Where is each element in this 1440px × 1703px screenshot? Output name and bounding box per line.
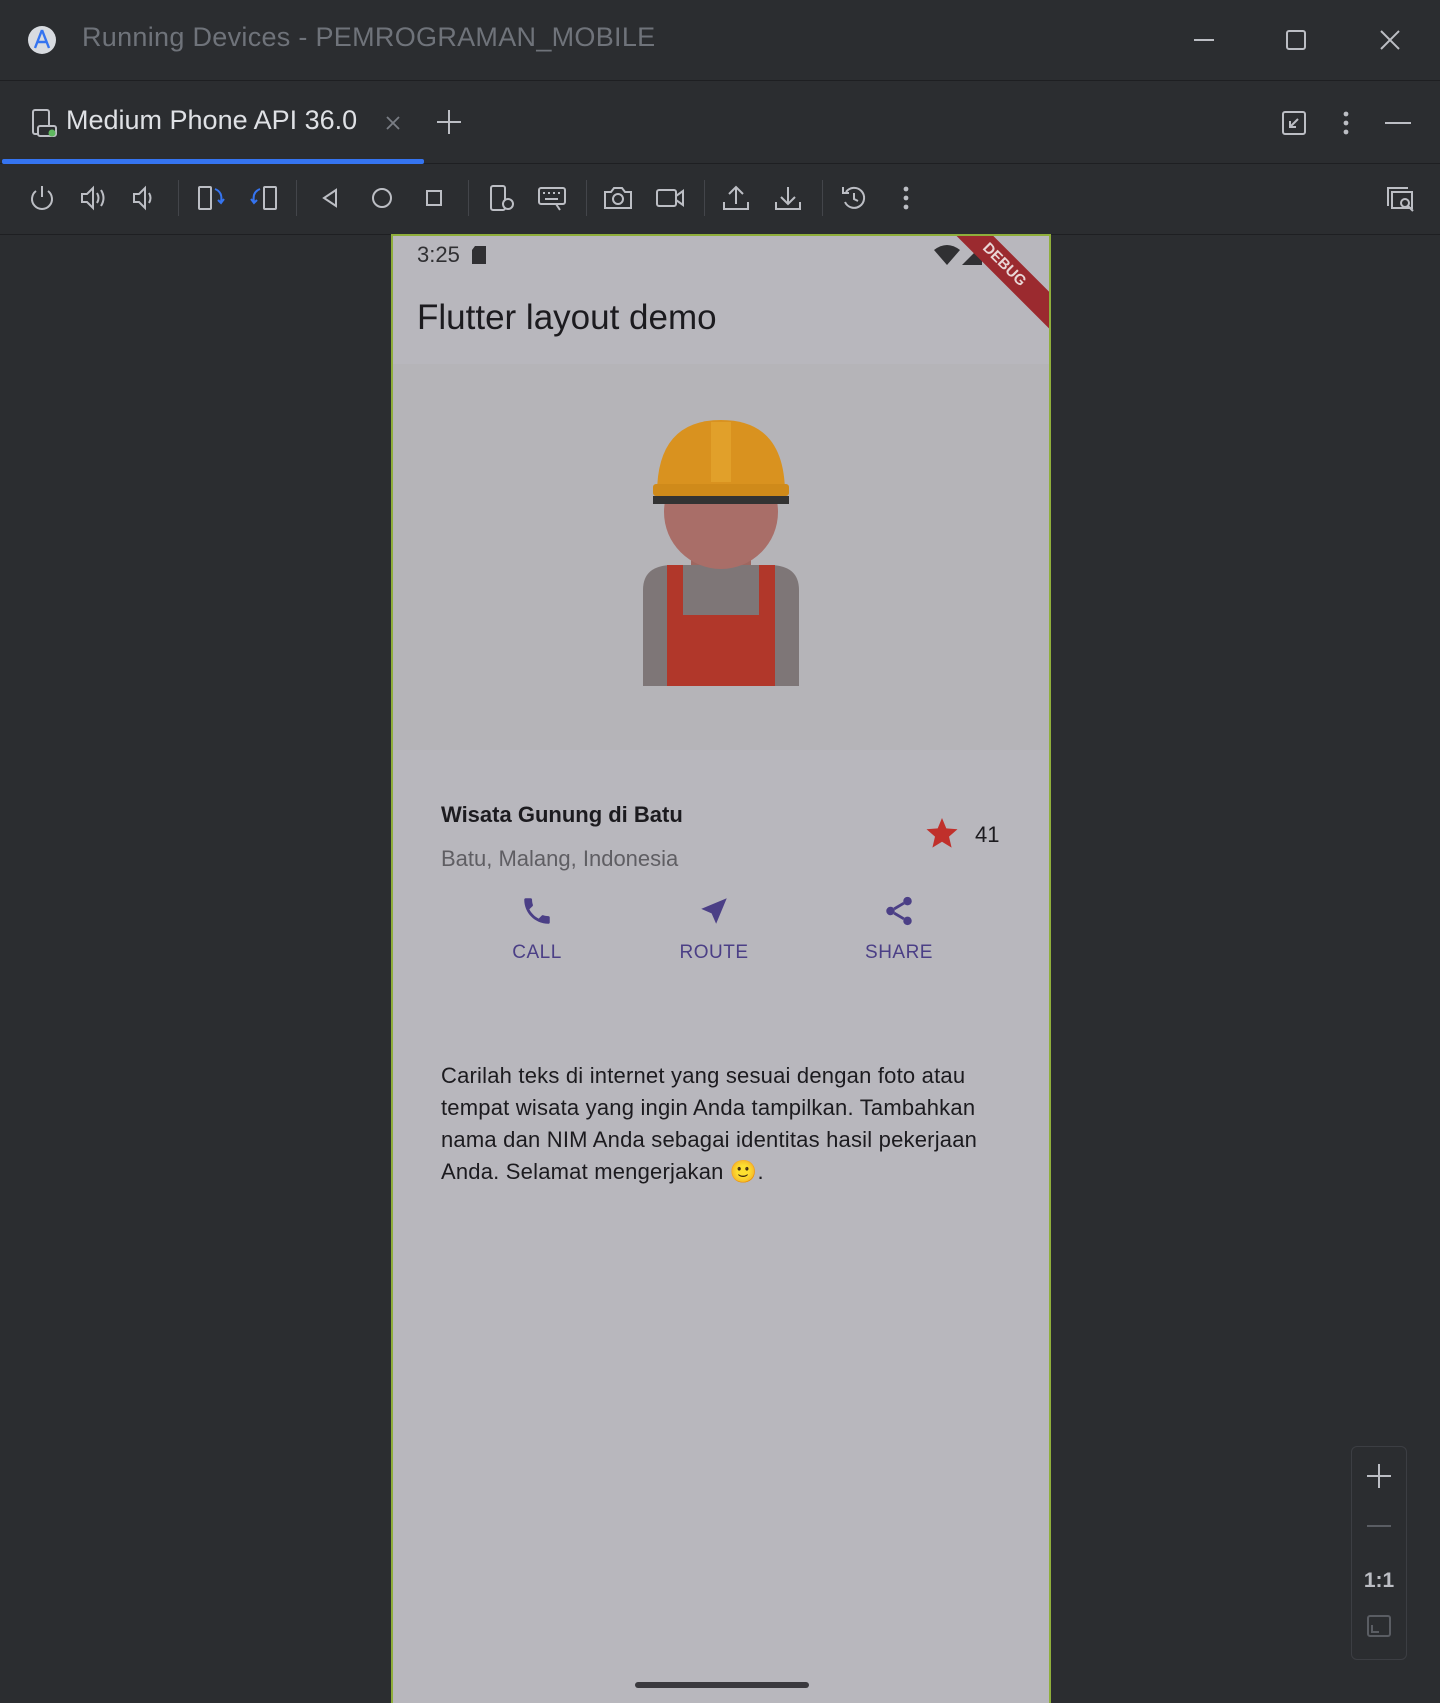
star-icon[interactable] xyxy=(925,816,959,850)
gesture-nav-handle[interactable] xyxy=(635,1682,809,1688)
maximize-icon[interactable] xyxy=(1276,20,1316,60)
more-options-icon[interactable] xyxy=(1330,107,1362,139)
minimize-icon[interactable] xyxy=(1184,20,1224,60)
share-icon xyxy=(886,896,912,926)
power-icon[interactable] xyxy=(26,182,58,214)
navigation-icon xyxy=(701,898,727,924)
keyboard-icon[interactable] xyxy=(536,182,568,214)
close-window-icon[interactable] xyxy=(1370,20,1410,60)
zoom-actual-size-button[interactable]: 1:1 xyxy=(1352,1569,1406,1593)
tab-medium-phone[interactable]: Medium Phone API 36.0 xyxy=(0,81,424,164)
device-toolbar xyxy=(0,164,1440,235)
device-settings-icon[interactable] xyxy=(486,182,518,214)
rating-count: 41 xyxy=(975,822,1000,847)
device-icon xyxy=(32,109,57,137)
share-button[interactable]: SHARE xyxy=(839,894,959,964)
download-icon[interactable] xyxy=(772,182,804,214)
close-tab-icon[interactable] xyxy=(384,114,402,132)
toolbar-separator xyxy=(296,180,297,216)
camera-icon[interactable] xyxy=(602,182,634,214)
zoom-out-icon[interactable] xyxy=(1364,1511,1394,1541)
title-bar: Running Devices - PEMROGRAMAN_MOBILE xyxy=(0,0,1440,81)
overview-icon[interactable] xyxy=(418,182,450,214)
toolbar-separator xyxy=(468,180,469,216)
device-mirror-icon[interactable] xyxy=(1384,182,1416,214)
upload-icon[interactable] xyxy=(720,182,752,214)
toolbar-separator xyxy=(586,180,587,216)
device-screen[interactable]: 3:25 DEBUG Flutter layout demo Wisata Gu… xyxy=(391,234,1051,1703)
worker-illustration xyxy=(643,420,799,686)
window-title: Running Devices - PEMROGRAMAN_MOBILE xyxy=(82,22,656,52)
route-button[interactable]: ROUTE xyxy=(654,894,774,964)
android-studio-icon xyxy=(28,26,56,54)
phone-icon xyxy=(524,898,550,924)
share-label: SHARE xyxy=(865,942,933,963)
toolbar-separator xyxy=(178,180,179,216)
appbar-title: Flutter layout demo xyxy=(417,298,717,337)
hero-image xyxy=(393,364,1049,750)
tab-bar: Medium Phone API 36.0 xyxy=(0,81,1440,164)
description-text: Carilah teks di internet yang sesuai den… xyxy=(441,1063,978,1184)
tab-label: Medium Phone API 36.0 xyxy=(66,105,358,135)
sd-card-icon xyxy=(472,246,486,264)
call-label: CALL xyxy=(512,942,562,963)
toolbar-separator xyxy=(822,180,823,216)
zoom-panel: 1:1 xyxy=(1351,1446,1407,1660)
back-icon[interactable] xyxy=(314,182,346,214)
video-icon[interactable] xyxy=(654,182,686,214)
reset-icon[interactable] xyxy=(838,182,870,214)
zoom-in-icon[interactable] xyxy=(1364,1461,1394,1491)
collapse-window-icon[interactable] xyxy=(1278,107,1310,139)
place-title: Wisata Gunung di Batu xyxy=(441,802,683,827)
status-bar: 3:25 xyxy=(393,236,1049,272)
volume-down-icon[interactable] xyxy=(128,182,160,214)
hide-panel-icon[interactable] xyxy=(1382,107,1414,139)
toolbar-separator xyxy=(704,180,705,216)
zoom-fit-icon[interactable] xyxy=(1364,1611,1394,1641)
rotate-right-icon[interactable] xyxy=(248,182,280,214)
rotate-left-icon[interactable] xyxy=(195,182,227,214)
route-label: ROUTE xyxy=(679,942,749,963)
more-icon[interactable] xyxy=(890,182,922,214)
status-time: 3:25 xyxy=(417,242,460,267)
place-subtitle: Batu, Malang, Indonesia xyxy=(441,846,679,871)
wifi-icon xyxy=(934,245,960,265)
add-tab-icon[interactable] xyxy=(434,107,464,137)
home-icon[interactable] xyxy=(366,182,398,214)
volume-up-icon[interactable] xyxy=(78,182,110,214)
call-button[interactable]: CALL xyxy=(477,894,597,964)
